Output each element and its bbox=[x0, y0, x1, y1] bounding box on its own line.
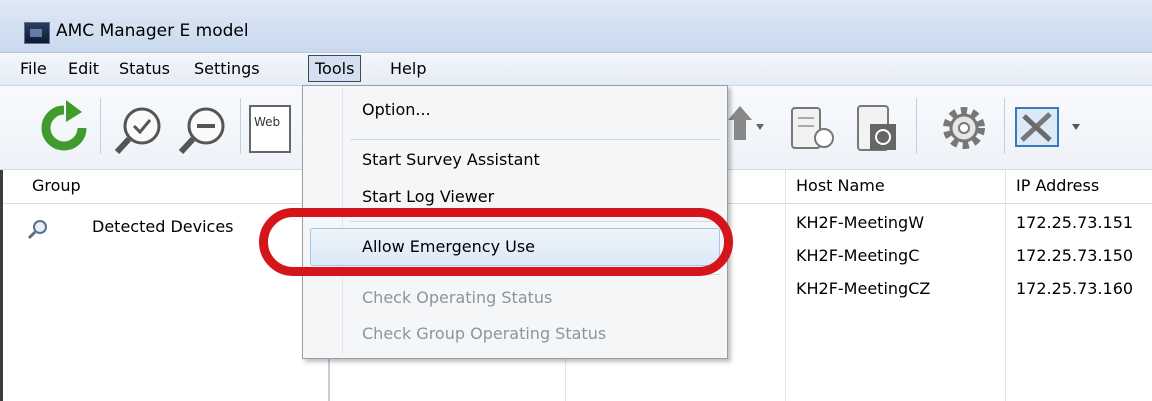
tools-icon[interactable] bbox=[1014, 104, 1084, 156]
menu-status[interactable]: Status bbox=[117, 59, 172, 78]
menu-tools[interactable]: Tools bbox=[308, 55, 362, 82]
tree-item-detected-devices[interactable]: Detected Devices bbox=[92, 217, 234, 236]
menu-bar: File Edit Status Settings Tools Help bbox=[0, 53, 1152, 86]
web-icon[interactable]: Web bbox=[248, 104, 300, 156]
menu-separator bbox=[350, 139, 720, 140]
window-title: AMC Manager E model bbox=[56, 21, 249, 41]
host-name-header[interactable]: Host Name bbox=[796, 176, 885, 195]
device-power-icon[interactable] bbox=[852, 100, 904, 156]
host-cell[interactable]: KH2F-MeetingCZ bbox=[796, 279, 930, 298]
ip-cell[interactable]: 172.25.73.160 bbox=[1016, 279, 1133, 298]
menu-item-start-log-viewer[interactable]: Start Log Viewer bbox=[362, 187, 494, 206]
svg-text:Web: Web bbox=[254, 115, 280, 129]
window-left-border bbox=[0, 170, 3, 401]
gear-icon[interactable] bbox=[940, 104, 992, 156]
column-divider bbox=[1005, 170, 1006, 401]
group-header[interactable]: Group bbox=[32, 176, 81, 195]
toolbar-separator bbox=[100, 98, 101, 154]
menu-item-check-operating-status: Check Operating Status bbox=[362, 288, 553, 307]
toolbar-separator bbox=[240, 98, 241, 154]
upload-icon[interactable] bbox=[726, 100, 766, 156]
toolbar-separator bbox=[916, 98, 917, 154]
host-cell[interactable]: KH2F-MeetingW bbox=[796, 213, 924, 232]
app-icon bbox=[24, 22, 50, 44]
highlight-callout bbox=[259, 208, 733, 276]
host-cell[interactable]: KH2F-MeetingC bbox=[796, 246, 919, 265]
ip-cell[interactable]: 172.25.73.150 bbox=[1016, 246, 1133, 265]
ip-cell[interactable]: 172.25.73.151 bbox=[1016, 213, 1133, 232]
menu-edit[interactable]: Edit bbox=[66, 59, 101, 78]
menu-item-option[interactable]: Option... bbox=[362, 100, 431, 119]
menu-item-start-survey-assistant[interactable]: Start Survey Assistant bbox=[362, 150, 540, 169]
search-remove-icon[interactable] bbox=[176, 104, 228, 156]
search-device-icon[interactable] bbox=[112, 104, 164, 156]
toolbar-separator bbox=[1004, 98, 1005, 154]
search-icon bbox=[28, 220, 47, 240]
menu-settings[interactable]: Settings bbox=[192, 59, 262, 78]
ip-address-header[interactable]: IP Address bbox=[1016, 176, 1099, 195]
device-add-icon[interactable] bbox=[786, 100, 838, 156]
title-bar: AMC Manager E model bbox=[0, 0, 1152, 53]
menu-help[interactable]: Help bbox=[388, 59, 428, 78]
column-divider bbox=[785, 170, 786, 401]
menu-file[interactable]: File bbox=[18, 59, 49, 78]
menu-item-check-group-operating-status: Check Group Operating Status bbox=[362, 324, 607, 343]
refresh-icon[interactable] bbox=[36, 100, 92, 156]
